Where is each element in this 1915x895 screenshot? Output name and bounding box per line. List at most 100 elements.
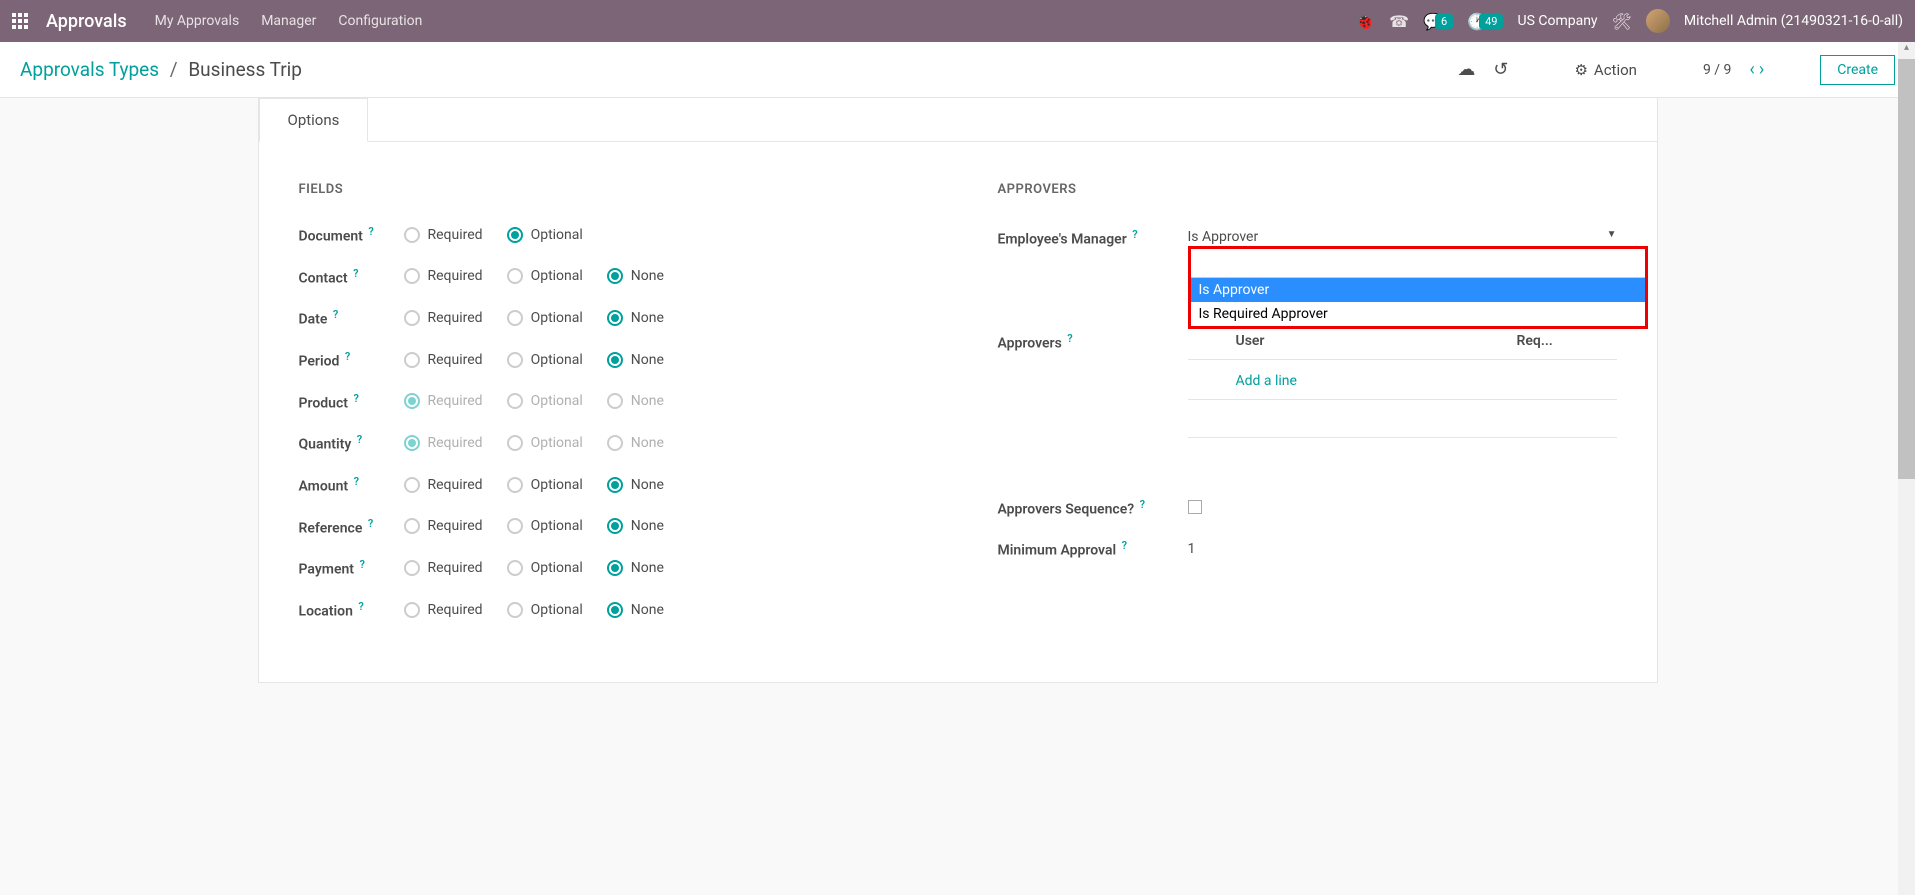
radio-required[interactable]: Required [404, 518, 483, 534]
radio-optional[interactable]: Optional [507, 268, 583, 284]
radio-none[interactable]: None [607, 310, 664, 326]
add-line-link[interactable]: Add a line [1236, 373, 1297, 389]
field-row-period: Period ? Required Optional None [299, 350, 918, 370]
field-label: Period [299, 354, 340, 370]
help-icon[interactable]: ? [1122, 539, 1127, 552]
action-dropdown[interactable]: ⚙ Action [1574, 61, 1636, 79]
radio-required[interactable]: Required [404, 393, 483, 409]
support-icon[interactable]: ☎ [1389, 12, 1409, 31]
user-avatar[interactable] [1646, 9, 1670, 33]
help-icon[interactable]: ? [345, 350, 350, 363]
help-icon[interactable]: ? [368, 225, 373, 238]
help-icon[interactable]: ? [353, 392, 358, 405]
radio-required[interactable]: Required [404, 560, 483, 576]
cloud-save-icon[interactable]: ☁ [1457, 59, 1475, 80]
control-bar: Approvals Types / Business Trip ☁ ↺ ⚙ Ac… [0, 42, 1915, 98]
gear-icon: ⚙ [1574, 61, 1587, 79]
sequence-checkbox[interactable] [1188, 500, 1202, 514]
radio-optional[interactable]: Optional [507, 560, 583, 576]
radio-required[interactable]: Required [404, 227, 483, 243]
scroll-thumb[interactable] [1898, 59, 1915, 479]
help-icon[interactable]: ? [357, 433, 362, 446]
radio-optional[interactable]: Optional [507, 518, 583, 534]
pager-next-icon[interactable]: › [1759, 59, 1764, 80]
create-button[interactable]: Create [1820, 55, 1895, 85]
pager-prev-icon[interactable]: ‹ [1749, 59, 1754, 80]
tabs: Options [259, 98, 1657, 142]
field-label: Contact [299, 270, 348, 286]
radio-none[interactable]: None [607, 393, 664, 409]
nav-manager[interactable]: Manager [261, 13, 316, 29]
radio-none[interactable]: None [607, 518, 664, 534]
user-name[interactable]: Mitchell Admin (21490321-16-0-all) [1684, 13, 1903, 29]
radio-icon [607, 602, 623, 618]
radio-optional[interactable]: Optional [507, 602, 583, 618]
radio-optional[interactable]: Optional [507, 352, 583, 368]
radio-icon [507, 227, 523, 243]
radio-required[interactable]: Required [404, 268, 483, 284]
scroll-up-arrow[interactable]: ▴ [1898, 42, 1915, 59]
radio-icon [607, 352, 623, 368]
help-icon[interactable]: ? [1067, 332, 1072, 345]
radio-none[interactable]: None [607, 352, 664, 368]
radio-none[interactable]: None [607, 560, 664, 576]
breadcrumb: Approvals Types / Business Trip [20, 58, 302, 81]
dropdown-option-is-required-approver[interactable]: Is Required Approver [1191, 302, 1645, 326]
radio-none[interactable]: None [607, 477, 664, 493]
field-label: Quantity [299, 437, 352, 453]
radio-required[interactable]: Required [404, 477, 483, 493]
nav-my-approvals[interactable]: My Approvals [155, 13, 240, 29]
radio-optional[interactable]: Optional [507, 435, 583, 451]
radio-required[interactable]: Required [404, 310, 483, 326]
radio-optional[interactable]: Optional [507, 393, 583, 409]
radio-icon [507, 518, 523, 534]
dropdown-option-is-approver[interactable]: Is Approver [1191, 278, 1645, 302]
help-icon[interactable]: ? [353, 267, 358, 280]
pager-text[interactable]: 9 / 9 [1703, 62, 1731, 78]
vertical-scrollbar[interactable]: ▴ [1898, 42, 1915, 895]
help-icon[interactable]: ? [333, 308, 338, 321]
radio-icon [507, 268, 523, 284]
undo-icon[interactable]: ↺ [1493, 59, 1508, 80]
table-header-user[interactable]: User [1188, 333, 1517, 349]
field-row-quantity: Quantity ? Required Optional None [299, 433, 918, 453]
tools-icon[interactable]: 🛠 [1612, 12, 1632, 31]
radio-required[interactable]: Required [404, 602, 483, 618]
help-icon[interactable]: ? [359, 558, 364, 571]
table-header-req[interactable]: Req... [1517, 333, 1617, 349]
help-icon[interactable]: ? [1132, 228, 1137, 241]
radio-icon [607, 310, 623, 326]
radio-icon [404, 268, 420, 284]
help-icon[interactable]: ? [358, 600, 363, 613]
bug-icon[interactable]: 🐞 [1355, 12, 1375, 31]
radio-required[interactable]: Required [404, 352, 483, 368]
field-label: Amount [299, 479, 349, 495]
min-approval-value[interactable]: 1 [1188, 541, 1196, 557]
radio-icon [404, 352, 420, 368]
nav-configuration[interactable]: Configuration [338, 13, 422, 29]
radio-optional[interactable]: Optional [507, 477, 583, 493]
help-icon[interactable]: ? [354, 475, 359, 488]
radio-required[interactable]: Required [404, 435, 483, 451]
radio-icon [404, 227, 420, 243]
radio-icon [607, 560, 623, 576]
radio-icon [607, 268, 623, 284]
radio-none[interactable]: None [607, 602, 664, 618]
company-selector[interactable]: US Company [1517, 13, 1597, 29]
tab-options[interactable]: Options [259, 98, 369, 142]
dropdown-search-input[interactable] [1191, 249, 1645, 278]
app-title[interactable]: Approvals [46, 11, 127, 32]
radio-icon [507, 602, 523, 618]
radio-none[interactable]: None [607, 268, 664, 284]
radio-optional[interactable]: Optional [507, 310, 583, 326]
field-label: Reference [299, 520, 363, 536]
radio-icon [404, 435, 420, 451]
radio-icon [404, 310, 420, 326]
breadcrumb-root[interactable]: Approvals Types [20, 58, 159, 81]
radio-icon [404, 602, 420, 618]
apps-grid-icon[interactable] [12, 13, 28, 29]
help-icon[interactable]: ? [1140, 498, 1145, 511]
radio-optional[interactable]: Optional [507, 227, 583, 243]
radio-none[interactable]: None [607, 435, 664, 451]
help-icon[interactable]: ? [368, 517, 373, 530]
